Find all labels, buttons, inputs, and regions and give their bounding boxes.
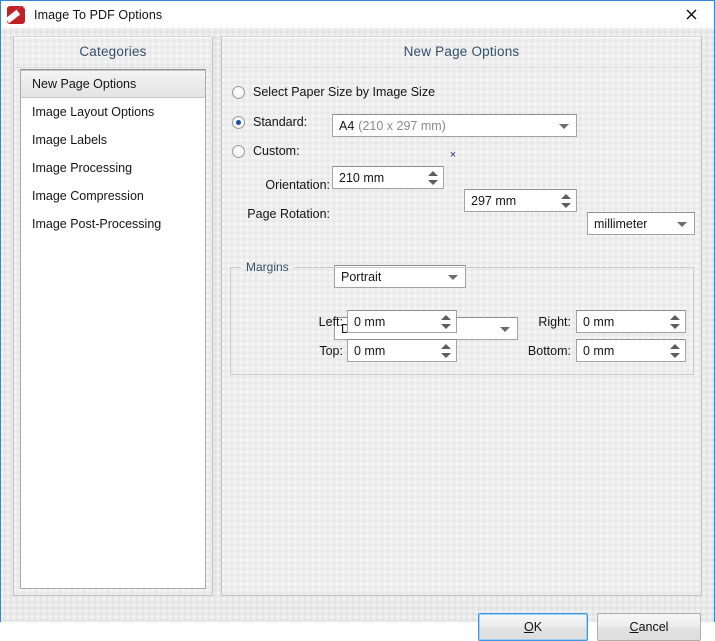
- margin-left-stepper[interactable]: 0 mm: [347, 310, 457, 333]
- paper-size-standard-row: Standard:: [232, 115, 307, 129]
- paper-size-custom-row: Custom:: [232, 144, 300, 158]
- sidebar-item-image-post-processing[interactable]: Image Post-Processing: [21, 210, 205, 238]
- paper-size-by-image-row: Select Paper Size by Image Size: [232, 85, 435, 99]
- margin-bottom-label: Bottom:: [527, 343, 571, 358]
- margin-left-value: 0 mm: [354, 314, 386, 329]
- margin-right-label-wrap: Right:: [521, 310, 571, 333]
- page-rotation-label: Page Rotation:: [247, 206, 330, 221]
- spinner-up-down-icon[interactable]: [561, 193, 572, 209]
- margin-right-stepper[interactable]: 0 mm: [576, 310, 686, 333]
- sidebar-item-image-labels[interactable]: Image Labels: [21, 126, 205, 154]
- margin-left-label: Left:: [318, 314, 343, 329]
- radio-custom-label: Custom:: [253, 144, 300, 158]
- spinner-up-down-icon[interactable]: [441, 343, 452, 359]
- radio-standard[interactable]: [232, 115, 245, 129]
- dialog-window: Image To PDF Options Categories New Page…: [0, 0, 715, 641]
- orientation-label-wrap: Orientation:: [257, 173, 330, 196]
- title-bar: Image To PDF Options: [1, 1, 714, 28]
- chevron-down-icon[interactable]: [677, 221, 687, 227]
- sidebar-item-new-page-options[interactable]: New Page Options: [21, 70, 205, 98]
- categories-heading: Categories: [79, 44, 147, 59]
- margin-right-value: 0 mm: [583, 314, 615, 329]
- sidebar-item-image-compression[interactable]: Image Compression: [21, 182, 205, 210]
- client-area: Categories New Page Options Image Layout…: [1, 28, 714, 641]
- margin-top-value: 0 mm: [354, 343, 386, 358]
- spinner-up-down-icon[interactable]: [670, 343, 681, 359]
- categories-divider: [15, 67, 211, 68]
- custom-width-stepper[interactable]: 210 mm: [332, 166, 444, 189]
- custom-height-stepper[interactable]: 297 mm: [464, 189, 577, 212]
- margin-bottom-stepper[interactable]: 0 mm: [576, 339, 686, 362]
- spinner-up-down-icon[interactable]: [441, 314, 452, 330]
- ok-button[interactable]: OK: [478, 613, 588, 641]
- page-title: New Page Options: [403, 44, 520, 59]
- custom-height-value: 297 mm: [471, 193, 517, 208]
- multiply-icon: ×: [449, 148, 457, 161]
- standard-paper-size-value: A4 (210 x 297 mm): [333, 119, 446, 133]
- standard-paper-size-dims: (210 x 297 mm): [358, 118, 446, 133]
- orientation-label: Orientation:: [265, 177, 330, 192]
- sidebar-item-image-layout-options[interactable]: Image Layout Options: [21, 98, 205, 126]
- margin-top-stepper[interactable]: 0 mm: [347, 339, 457, 362]
- ok-button-label: K: [533, 620, 543, 634]
- app-icon: [7, 5, 25, 24]
- cancel-button-label: ancel: [638, 620, 669, 634]
- ok-button-accel: O: [523, 620, 534, 634]
- margin-bottom-label-wrap: Bottom:: [511, 339, 571, 362]
- custom-unit-value: millimeter: [594, 216, 648, 231]
- page-rotation-label-wrap: Page Rotation:: [237, 202, 330, 225]
- categories-list[interactable]: New Page Options Image Layout Options Im…: [20, 69, 206, 589]
- cancel-button[interactable]: Cancel: [597, 613, 701, 641]
- margins-legend: Margins: [241, 260, 294, 274]
- radio-standard-label: Standard:: [253, 115, 308, 129]
- margin-left-label-wrap: Left:: [303, 310, 343, 333]
- standard-paper-size-name: A4: [339, 118, 355, 133]
- radio-select-paper-size-by-image-size[interactable]: [232, 85, 245, 99]
- spinner-up-down-icon[interactable]: [670, 314, 681, 330]
- new-page-options-panel: New Page Options Select Paper Size by Im…: [221, 36, 702, 596]
- margin-top-label-wrap: Top:: [303, 339, 343, 362]
- margin-right-label: Right:: [538, 314, 571, 329]
- panel-divider: [223, 67, 700, 68]
- margin-bottom-value: 0 mm: [583, 343, 615, 358]
- margin-top-label: Top:: [319, 343, 343, 358]
- spinner-up-down-icon[interactable]: [428, 170, 439, 186]
- close-icon[interactable]: [669, 1, 714, 27]
- chevron-down-icon[interactable]: [559, 123, 569, 129]
- window-title: Image To PDF Options: [34, 7, 163, 22]
- cancel-button-accel: C: [629, 620, 639, 634]
- custom-width-value: 210 mm: [339, 170, 385, 185]
- standard-paper-size-select[interactable]: A4 (210 x 297 mm): [332, 114, 577, 137]
- radio-select-paper-size-by-image-size-label: Select Paper Size by Image Size: [253, 85, 436, 99]
- custom-size-separator: ×: [444, 143, 462, 166]
- radio-custom[interactable]: [232, 144, 245, 158]
- categories-panel: Categories New Page Options Image Layout…: [13, 36, 213, 596]
- sidebar-item-image-processing[interactable]: Image Processing: [21, 154, 205, 182]
- custom-unit-select[interactable]: millimeter: [587, 212, 695, 235]
- margins-group: Margins Left: 0 mm Right: 0 mm Top: 0 mm…: [230, 260, 694, 375]
